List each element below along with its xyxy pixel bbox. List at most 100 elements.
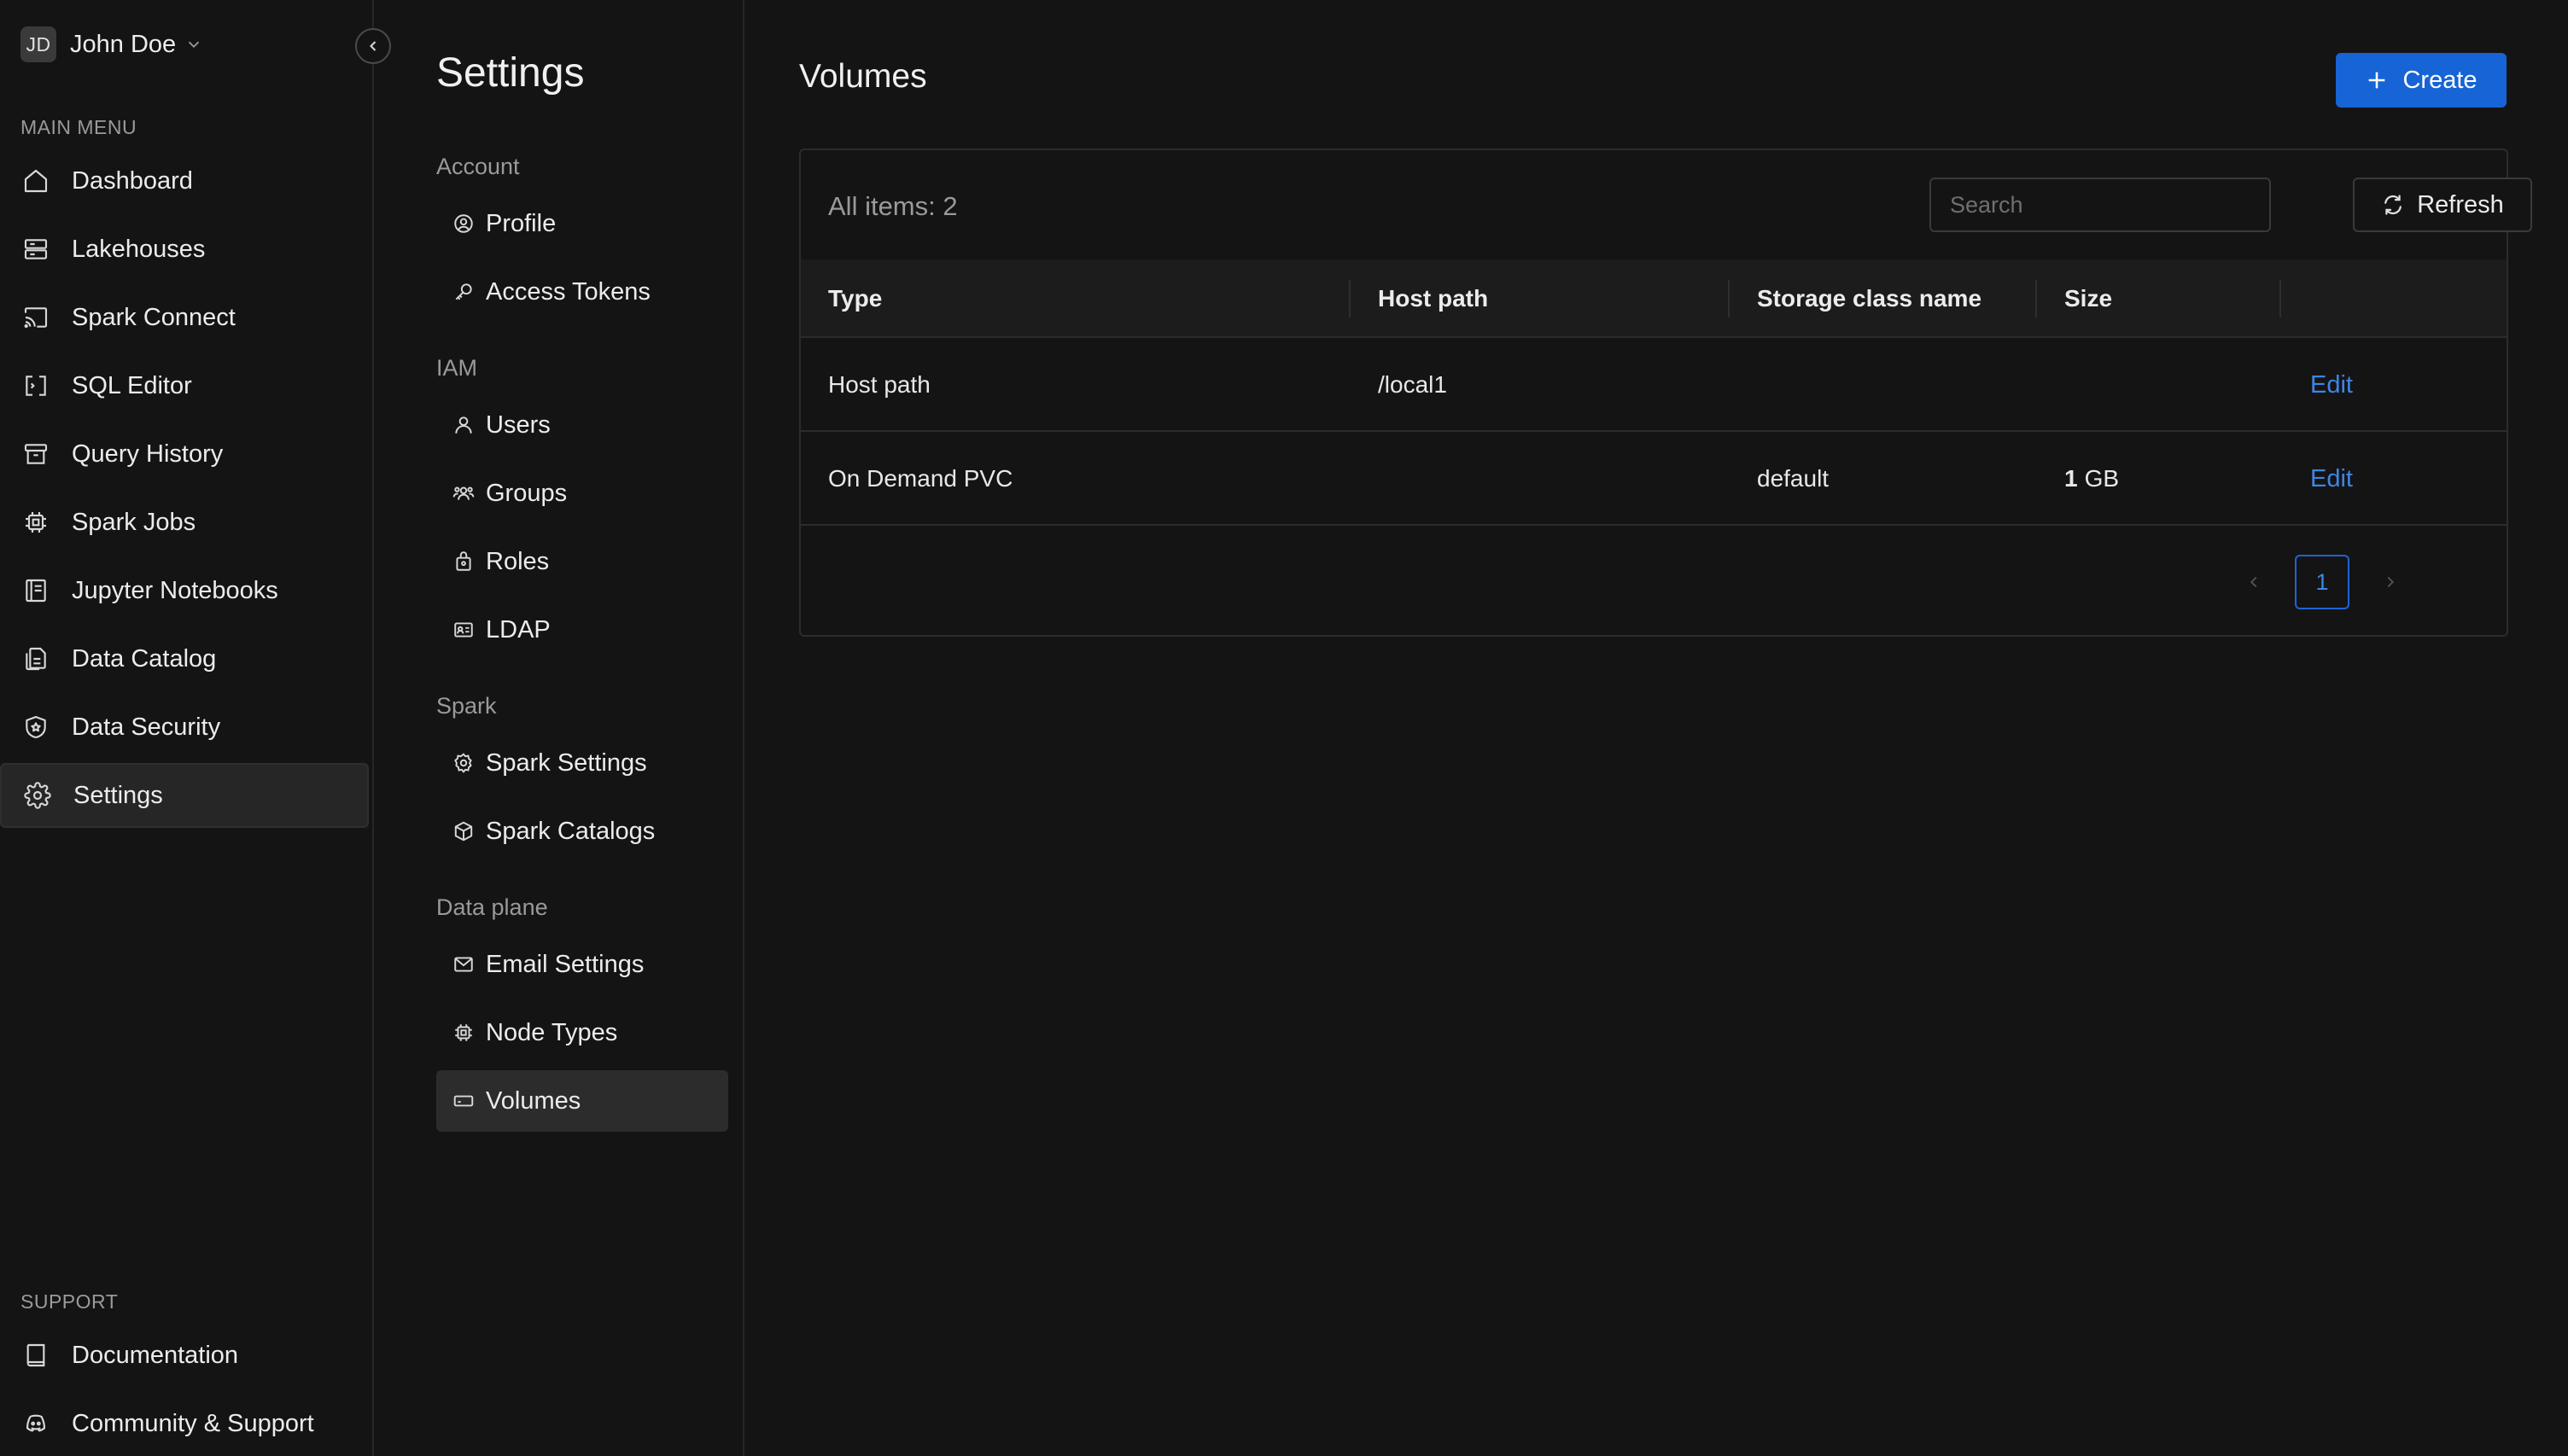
chevron-left-icon bbox=[365, 38, 382, 55]
column-header-type: Type bbox=[828, 285, 883, 312]
cell-host-path: /local1 bbox=[1378, 371, 1447, 398]
settings-item-node-types[interactable]: Node Types bbox=[436, 1002, 728, 1063]
gear-icon bbox=[22, 780, 53, 811]
cast-icon bbox=[20, 302, 51, 333]
chip-icon bbox=[452, 1021, 476, 1045]
create-button[interactable]: Create bbox=[2336, 53, 2507, 108]
settings-item-label: Email Settings bbox=[486, 950, 645, 978]
id-card-icon bbox=[452, 618, 476, 642]
avatar: JD bbox=[20, 26, 56, 62]
table-header: Type Host path Storage class name Size bbox=[801, 259, 2507, 338]
settings-item-label: Roles bbox=[486, 547, 550, 575]
user-menu[interactable]: JD John Doe bbox=[20, 26, 203, 63]
support-label: SUPPORT bbox=[20, 1290, 119, 1313]
settings-item-roles[interactable]: Roles bbox=[436, 531, 728, 592]
cell-action: Edit bbox=[2310, 432, 2353, 526]
settings-item-spark-catalogs[interactable]: Spark Catalogs bbox=[436, 801, 728, 862]
archive-icon bbox=[20, 439, 51, 469]
column-divider[interactable] bbox=[2279, 280, 2281, 317]
sidebar-item-documentation[interactable]: Documentation bbox=[0, 1323, 369, 1388]
settings-item-ldap[interactable]: LDAP bbox=[436, 599, 728, 661]
settings-title: Settings bbox=[436, 50, 585, 96]
sidebar-item-label: Documentation bbox=[72, 1341, 239, 1369]
settings-item-users[interactable]: Users bbox=[436, 394, 728, 456]
sidebar-item-settings[interactable]: Settings bbox=[0, 763, 369, 828]
table-row: Host path /local1 Edit bbox=[801, 338, 2507, 432]
column-header-host-path: Host path bbox=[1378, 285, 1489, 312]
sidebar-item-label: Community & Support bbox=[72, 1409, 314, 1437]
settings-item-label: Spark Catalogs bbox=[486, 817, 656, 845]
key-icon bbox=[452, 280, 476, 304]
sidebar-item-jupyter-notebooks[interactable]: Jupyter Notebooks bbox=[0, 558, 369, 623]
page-number-button[interactable]: 1 bbox=[2295, 555, 2349, 609]
settings-item-label: LDAP bbox=[486, 615, 551, 644]
sidebar-item-label: Query History bbox=[72, 440, 224, 468]
main-sidebar: JD John Doe MAIN MENU Dashboard Lakehous… bbox=[0, 0, 374, 1456]
refresh-button[interactable]: Refresh bbox=[2353, 178, 2532, 232]
cell-storage-class: default bbox=[1757, 465, 1830, 492]
pagination: 1 bbox=[2227, 555, 2418, 609]
group-label-data-plane: Data plane bbox=[436, 894, 548, 920]
settings-item-label: Node Types bbox=[486, 1018, 618, 1046]
group-label-account: Account bbox=[436, 154, 520, 179]
settings-item-volumes[interactable]: Volumes bbox=[436, 1070, 728, 1132]
sidebar-item-sql-editor[interactable]: SQL Editor bbox=[0, 353, 369, 418]
sidebar-item-label: Spark Jobs bbox=[72, 508, 196, 536]
create-button-label: Create bbox=[2402, 66, 2478, 94]
user-circle-icon bbox=[452, 212, 476, 236]
sidebar-item-label: Settings bbox=[73, 781, 163, 809]
settings-item-email-settings[interactable]: Email Settings bbox=[436, 934, 728, 995]
edit-link[interactable]: Edit bbox=[2310, 371, 2353, 399]
discord-icon bbox=[20, 1408, 51, 1439]
main-content: Volumes Create All items: 2 Refresh Type bbox=[744, 0, 2568, 1456]
settings-item-label: Profile bbox=[486, 209, 557, 237]
prev-page-button[interactable] bbox=[2227, 555, 2281, 609]
gear-icon bbox=[452, 751, 476, 775]
group-label-spark: Spark bbox=[436, 693, 497, 719]
sidebar-item-label: Dashboard bbox=[72, 166, 193, 195]
column-header-storage-class: Storage class name bbox=[1757, 285, 1982, 312]
column-divider[interactable] bbox=[1349, 280, 1351, 317]
sidebar-item-query-history[interactable]: Query History bbox=[0, 422, 369, 486]
sidebar-item-label: Lakehouses bbox=[72, 235, 206, 263]
book-icon bbox=[20, 1340, 51, 1371]
badge-lock-icon bbox=[452, 550, 476, 574]
sidebar-item-label: Data Security bbox=[72, 713, 221, 741]
sidebar-item-community-support[interactable]: Community & Support bbox=[0, 1391, 369, 1456]
sidebar-item-dashboard[interactable]: Dashboard bbox=[0, 149, 369, 213]
settings-item-label: Users bbox=[486, 411, 551, 439]
documents-icon bbox=[20, 644, 51, 674]
sidebar-item-spark-jobs[interactable]: Spark Jobs bbox=[0, 490, 369, 555]
sidebar-item-data-security[interactable]: Data Security bbox=[0, 695, 369, 760]
column-divider[interactable] bbox=[2035, 280, 2037, 317]
user-name: John Doe bbox=[70, 30, 177, 58]
next-page-button[interactable] bbox=[2363, 555, 2418, 609]
settings-item-access-tokens[interactable]: Access Tokens bbox=[436, 261, 728, 323]
table-toolbar: All items: 2 Refresh bbox=[801, 150, 2532, 261]
sidebar-item-data-catalog[interactable]: Data Catalog bbox=[0, 626, 369, 691]
sidebar-item-label: Spark Connect bbox=[72, 303, 236, 331]
refresh-button-label: Refresh bbox=[2417, 190, 2504, 218]
settings-nav: Settings Account Profile Access Tokens I… bbox=[374, 0, 744, 1456]
sidebar-item-spark-connect[interactable]: Spark Connect bbox=[0, 285, 369, 350]
edit-link[interactable]: Edit bbox=[2310, 465, 2353, 493]
sidebar-item-label: SQL Editor bbox=[72, 371, 192, 399]
user-icon bbox=[452, 413, 476, 437]
search-input[interactable] bbox=[1929, 178, 2271, 232]
sidebar-item-lakehouses[interactable]: Lakehouses bbox=[0, 217, 369, 282]
home-icon bbox=[20, 166, 51, 196]
collapse-sidebar-button[interactable] bbox=[355, 28, 391, 64]
settings-item-spark-settings[interactable]: Spark Settings bbox=[436, 732, 728, 794]
server-icon bbox=[20, 234, 51, 265]
size-unit: GB bbox=[2084, 465, 2120, 492]
notebook-icon bbox=[20, 575, 51, 606]
settings-item-profile[interactable]: Profile bbox=[436, 193, 728, 254]
settings-item-label: Volumes bbox=[486, 1086, 581, 1115]
column-divider[interactable] bbox=[1728, 280, 1730, 317]
mail-icon bbox=[452, 952, 476, 976]
settings-item-groups[interactable]: Groups bbox=[436, 463, 728, 524]
refresh-icon bbox=[2381, 193, 2405, 217]
chevron-right-icon bbox=[2381, 573, 2400, 591]
cube-icon bbox=[452, 819, 476, 843]
items-count: All items: 2 bbox=[828, 191, 958, 221]
